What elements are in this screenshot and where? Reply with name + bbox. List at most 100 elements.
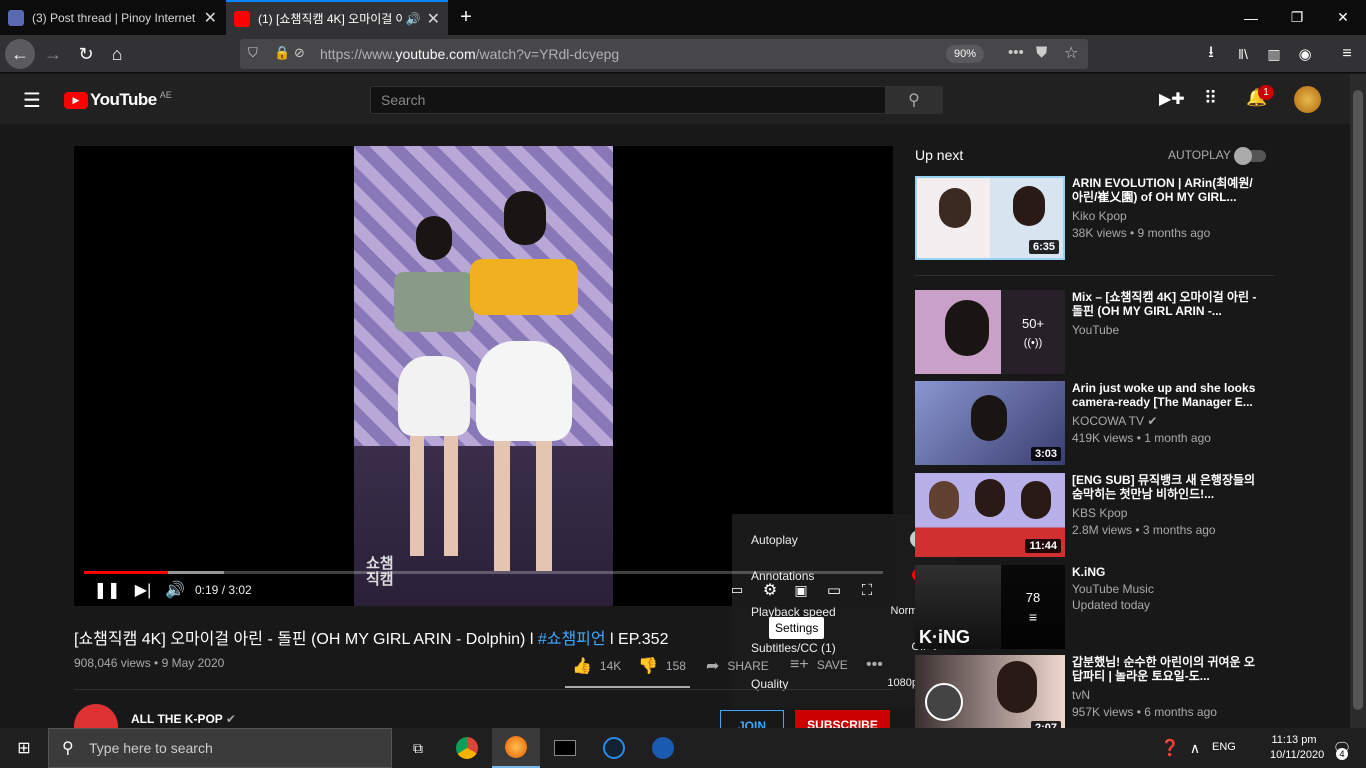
progress-bar[interactable] bbox=[84, 571, 883, 574]
maximize-button[interactable]: ❐ bbox=[1274, 0, 1320, 35]
pocket-icon[interactable]: ⛊ bbox=[1036, 44, 1047, 61]
page-scrollbar[interactable] bbox=[1350, 74, 1366, 728]
save-button[interactable]: ≡+ SAVE bbox=[790, 656, 848, 674]
rec-title[interactable]: Arin just woke up and she looks camera-r… bbox=[1072, 381, 1257, 409]
taskbar-clock[interactable]: 11:13 pm 10/11/2020 bbox=[1270, 733, 1324, 763]
taskbar-search[interactable]: Type here to search bbox=[48, 728, 392, 768]
theater-mode-icon[interactable]: ▭ bbox=[823, 578, 845, 602]
dislike-button[interactable]: 👎 158 bbox=[638, 656, 686, 676]
video-thumbnail[interactable]: 2:07 bbox=[915, 655, 1065, 739]
channel-name[interactable]: ALL THE K-POP ✔ bbox=[131, 712, 236, 726]
tab-youtube[interactable]: (1) [쇼챔직캠 4K] 오마이걸 아린 - 돌핀 (OH MY GIRL A… bbox=[226, 0, 448, 35]
volume-icon[interactable]: 🔊 bbox=[164, 578, 186, 602]
user-avatar[interactable] bbox=[1294, 86, 1321, 113]
apps-grid-icon[interactable]: ⠿ bbox=[1204, 88, 1217, 109]
more-actions-button[interactable]: ••• bbox=[866, 656, 891, 674]
rec-channel[interactable]: tvN bbox=[1072, 688, 1090, 702]
create-video-icon[interactable]: ▶✚ bbox=[1159, 89, 1185, 109]
back-button[interactable]: ← bbox=[5, 39, 35, 69]
autoplay-switch[interactable] bbox=[1234, 147, 1266, 165]
permissions-icon[interactable]: ⊘ bbox=[294, 45, 305, 61]
close-tab-icon[interactable]: ✕ bbox=[427, 9, 440, 29]
list-item[interactable]: 11:44 [ENG SUB] 뮤직뱅크 새 은행장들의 숨막히는 첫만남 비하… bbox=[915, 473, 1270, 557]
firefox-icon[interactable] bbox=[492, 728, 540, 768]
rec-channel[interactable]: KBS Kpop bbox=[1072, 506, 1127, 520]
rec-channel[interactable]: YouTube bbox=[1072, 323, 1119, 337]
forward-button[interactable]: → bbox=[38, 39, 68, 69]
home-button[interactable]: ⌂ bbox=[102, 39, 132, 69]
rec-channel[interactable]: KOCOWA TV ✔ bbox=[1072, 414, 1157, 428]
reload-button[interactable]: ↻ bbox=[71, 39, 101, 69]
search-button[interactable]: ⚲ bbox=[885, 86, 943, 114]
video-player[interactable]: 쇼챔직캠 Autoplay Annotations Playback speed… bbox=[74, 146, 956, 708]
tab-pinoy-internet[interactable]: (3) Post thread | Pinoy Internet ✕ bbox=[0, 0, 225, 35]
shield-icon[interactable]: ⛉ bbox=[248, 45, 258, 61]
rec-title[interactable]: Mix – [쇼챔직캠 4K] 오마이걸 아린 - 돌핀 (OH MY GIRL… bbox=[1072, 290, 1257, 318]
rec-title[interactable]: ARIN EVOLUTION | ARin(최예원/아린/崔乂園) of OH … bbox=[1072, 176, 1257, 204]
hashtag-link[interactable]: #쇼챔피언 bbox=[538, 631, 606, 648]
new-tab-button[interactable]: + bbox=[450, 0, 482, 35]
duration-badge: 3:03 bbox=[1030, 447, 1061, 461]
scrollbar-thumb[interactable] bbox=[1353, 90, 1363, 710]
menu-icon[interactable]: ≡ bbox=[1332, 39, 1362, 69]
settings-label: Subtitles/CC (1) bbox=[751, 641, 836, 655]
minimize-button[interactable]: — bbox=[1228, 0, 1274, 35]
video-thumbnail[interactable]: 50+ ((•)) bbox=[915, 290, 1065, 374]
miniplayer-icon[interactable]: ▣ bbox=[790, 578, 812, 602]
divider bbox=[74, 689, 893, 690]
speaker-icon[interactable]: 🔊 bbox=[406, 12, 421, 26]
rec-title[interactable]: K.iNG bbox=[1072, 565, 1257, 579]
list-item[interactable]: 3:03 Arin just woke up and she looks cam… bbox=[915, 381, 1270, 465]
windows-start-icon[interactable]: ⊞ bbox=[0, 728, 48, 768]
list-item[interactable]: K·iNG 78 ≡ K.iNG YouTube Music Updated to… bbox=[915, 565, 1270, 649]
rec-channel[interactable]: Kiko Kpop bbox=[1072, 209, 1127, 223]
search-input[interactable]: Search bbox=[370, 86, 886, 114]
guide-menu-icon[interactable]: ☰ bbox=[23, 88, 41, 113]
chrome-icon[interactable] bbox=[443, 728, 491, 768]
language-indicator[interactable]: ENG bbox=[1212, 741, 1236, 753]
address-bar[interactable]: ⛉ 🔒 ⊘ https://www.youtube.com/watch?v=YR… bbox=[240, 39, 1088, 69]
list-item[interactable]: 2:07 갑분했님! 순수한 아린이의 귀여운 오답파티 | 놀라운 토요일-도… bbox=[915, 655, 1270, 739]
bookmark-star-icon[interactable]: ☆ bbox=[1064, 43, 1078, 63]
lock-icon[interactable]: 🔒 bbox=[274, 45, 290, 61]
list-item[interactable]: 6:35 ARIN EVOLUTION | ARin(최예원/아린/崔乂園) o… bbox=[915, 176, 1270, 260]
pause-icon[interactable]: ❚❚ bbox=[94, 578, 121, 602]
close-tab-icon[interactable]: ✕ bbox=[204, 8, 217, 28]
rec-title[interactable]: [ENG SUB] 뮤직뱅크 새 은행장들의 숨막히는 첫만남 비하인드!... bbox=[1072, 473, 1257, 501]
video-thumbnail[interactable]: 6:35 bbox=[915, 176, 1065, 260]
rec-title[interactable]: 갑분했님! 순수한 아린이의 귀여운 오답파티 | 놀라운 토요일-도... bbox=[1072, 655, 1257, 683]
video-frame[interactable]: 쇼챔직캠 bbox=[354, 146, 613, 606]
rec-channel[interactable]: YouTube Music bbox=[1072, 582, 1154, 596]
terminal-icon[interactable] bbox=[541, 728, 589, 768]
subscribe-button[interactable]: SUBSCRIBE bbox=[795, 710, 890, 732]
zoom-badge[interactable]: 90% bbox=[946, 45, 984, 63]
video-thumbnail[interactable]: 11:44 bbox=[915, 473, 1065, 557]
tray-chevron-icon[interactable]: ∧ bbox=[1180, 728, 1210, 768]
task-view-icon[interactable]: ⧉ bbox=[394, 728, 442, 768]
url-text[interactable]: https://www.youtube.com/watch?v=YRdl-dcy… bbox=[320, 46, 619, 62]
video-thumbnail[interactable]: K·iNG 78 ≡ bbox=[915, 565, 1065, 649]
sidebar-icon[interactable]: ▥ bbox=[1259, 39, 1289, 69]
fullscreen-icon[interactable]: ⛶ bbox=[856, 578, 878, 602]
account-icon[interactable]: ◉ bbox=[1290, 39, 1320, 69]
like-button[interactable]: 👍 14K bbox=[572, 656, 621, 676]
up-next-heading: Up next bbox=[915, 147, 964, 163]
browser-toolbar: ← → ↻ ⌂ ⛉ 🔒 ⊘ https://www.youtube.com/wa… bbox=[0, 35, 1366, 73]
downloads-icon[interactable]: ⭳ bbox=[1196, 39, 1226, 69]
settings-gear-icon[interactable]: ⚙ bbox=[759, 578, 781, 602]
subtitles-icon[interactable]: ▭ bbox=[726, 578, 748, 602]
page-actions-icon[interactable]: ••• bbox=[1008, 44, 1024, 61]
more-dots-icon: ••• bbox=[866, 656, 883, 673]
library-icon[interactable]: ‖\ bbox=[1228, 39, 1258, 69]
app-icon-circle[interactable] bbox=[590, 728, 638, 768]
app-icon-apl[interactable] bbox=[639, 728, 687, 768]
window-close-button[interactable]: ✕ bbox=[1320, 0, 1366, 35]
next-icon[interactable]: ▶| bbox=[132, 578, 154, 602]
playlist-overlay: 78 ≡ bbox=[1001, 565, 1065, 649]
share-button[interactable]: ➦ SHARE bbox=[706, 656, 769, 676]
youtube-logo[interactable]: ▶ YouTube AE bbox=[64, 90, 172, 110]
join-button[interactable]: JOIN bbox=[720, 710, 784, 733]
video-thumbnail[interactable]: 3:03 bbox=[915, 381, 1065, 465]
channel-avatar[interactable] bbox=[74, 704, 118, 728]
list-item[interactable]: 50+ ((•)) Mix – [쇼챔직캠 4K] 오마이걸 아린 - 돌핀 (O… bbox=[915, 290, 1270, 374]
